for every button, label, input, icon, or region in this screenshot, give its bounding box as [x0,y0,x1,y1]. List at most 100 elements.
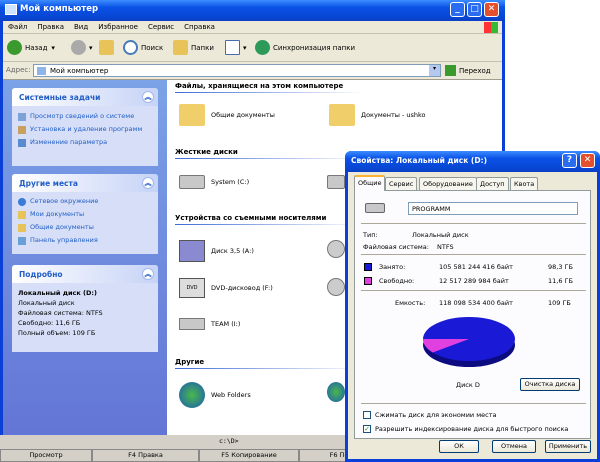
go-button[interactable]: Переход [445,65,491,76]
free-gb: 11,6 ГБ [548,277,573,285]
views-button[interactable]: ▾ [225,39,247,56]
task-view-system-info[interactable]: Просмотр сведений о системе [12,110,158,123]
user-documents-item[interactable]: Документы - ushko [329,104,426,126]
floppy-item[interactable]: Диск 3,5 (A:) [179,240,254,262]
search-button[interactable]: Поиск [123,39,163,56]
fkey-edit[interactable]: F4 Правка [92,449,199,462]
index-checkbox[interactable]: ✓ [363,425,371,433]
folder-icon [18,224,26,232]
free-swatch [364,277,372,285]
place-my-documents[interactable]: Мои документы [12,208,158,221]
up-button[interactable] [99,39,117,56]
group-removable-header: Устройства со съемными носителями [175,214,327,222]
folders-icon [173,40,188,55]
address-label: Адрес: [6,66,31,74]
collapse-chevron-icon[interactable]: ︽ [142,177,154,189]
address-dropdown-button[interactable]: ▾ [429,65,440,76]
drive-icon [365,203,385,213]
disk-cleanup-button[interactable]: Очистка диска [520,378,580,391]
dialog-body: Общие Сервис Оборудование Доступ Квота P… [348,172,597,459]
disk-usage-pie [423,317,515,367]
place-control-panel[interactable]: Панель управления [12,234,158,247]
ok-button[interactable]: ОК [439,440,479,453]
help-button[interactable]: ? [562,153,577,168]
details-free: Свободно: 11,6 ГБ [18,319,81,327]
settings-icon [18,139,26,147]
properties-dialog: Свойства: Локальный диск (D:) ? ✕ Общие … [345,151,600,462]
forward-arrow-icon [71,40,86,55]
fkey-copy[interactable]: F5 Копирование [199,449,299,462]
menu-file[interactable]: Файл [3,21,32,33]
other-places-panel: Другие места ︽ Сетевое окружение Мои доку… [12,174,158,254]
forward-button[interactable]: ▾ [71,39,93,56]
tab-sharing[interactable]: Доступ [476,177,509,191]
tab-general[interactable]: Общие [354,175,386,191]
fs-value: NTFS [437,243,454,251]
details-type: Локальный диск [18,299,75,307]
other-places-header[interactable]: Другие места ︽ [12,174,158,192]
menu-view[interactable]: Вид [69,21,93,33]
tab-quota[interactable]: Квота [510,177,539,191]
views-icon [225,40,240,55]
shared-documents-item[interactable]: Общие документы [179,104,275,126]
minimize-button[interactable]: _ [450,2,465,17]
command-line[interactable]: c:\D> [195,436,345,447]
address-input[interactable]: Мой компьютер ▾ [33,64,441,77]
fkey-view[interactable]: Просмотр [0,449,92,462]
compress-checkbox[interactable] [363,411,371,419]
hard-drive-icon [327,175,345,189]
tab-hardware[interactable]: Оборудование [419,177,477,191]
system-drive-item[interactable]: System (C:) [179,175,249,189]
system-tasks-header[interactable]: Системные задачи ︽ [12,88,158,106]
collapse-chevron-icon[interactable]: ︽ [142,91,154,103]
system-info-icon [18,113,26,121]
menu-help[interactable]: Справка [179,21,220,33]
cd-drive-partial-2[interactable] [327,278,345,296]
menu-edit[interactable]: Правка [32,21,69,33]
web-folders-item[interactable]: Web Folders [179,382,251,408]
place-network[interactable]: Сетевое окружение [12,195,158,208]
dialog-title-bar[interactable]: Свойства: Локальный диск (D:) ? ✕ [345,151,600,172]
details-fs: Файловая система: NTFS [18,309,103,317]
control-panel-icon [18,237,26,245]
web-folders-icon [179,382,205,408]
compress-label: Сжимать диск для экономии места [375,411,497,419]
place-shared-documents[interactable]: Общие документы [12,221,158,234]
menu-bar: Файл Правка Вид Избранное Сервис Справка [3,21,502,34]
task-add-remove-programs[interactable]: Установка и удаление программ [12,123,158,136]
used-swatch [364,263,372,271]
folders-button[interactable]: Папки [173,39,214,56]
menu-tools[interactable]: Сервис [143,21,179,33]
capacity-gb: 109 ГБ [548,299,571,307]
task-change-setting[interactable]: Изменение параметра [12,136,158,149]
folder-up-icon [99,40,114,55]
type-key: Тип: [363,231,378,239]
volume-label-input[interactable]: PROGRAMM [408,202,578,215]
system-tasks-panel: Системные задачи ︽ Просмотр сведений о си… [12,88,158,166]
drive-d-item-partial[interactable] [327,175,345,189]
group-hdd-header: Жесткие диски [175,148,238,156]
tab-service[interactable]: Сервис [385,177,418,191]
collapse-chevron-icon[interactable]: ︽ [142,268,154,280]
apply-button[interactable]: Применить [545,440,591,453]
close-button[interactable]: ✕ [484,2,499,17]
sync-icon [255,40,270,55]
used-gb: 98,3 ГБ [548,263,573,271]
folder-icon [179,104,205,126]
programs-icon [18,126,26,134]
sync-button[interactable]: Синхронизация папки [255,39,355,56]
main-title-bar[interactable]: Мой компьютер _ □ ✕ [0,0,505,21]
team-drive-item[interactable]: TEAM (I:) [179,318,240,330]
group-files-header: Файлы, хранящиеся на этом компьютере [175,82,344,90]
cancel-button[interactable]: Отмена [492,440,536,453]
maximize-button[interactable]: □ [467,2,482,17]
menu-favorites[interactable]: Избранное [93,21,143,33]
group-other-header: Другие [175,358,205,366]
details-header[interactable]: Подробно ︽ [12,265,158,283]
toolbar: Назад ▾ ▾ Поиск Папки ▾ Синхронизация пап… [3,34,502,62]
cd-drive-partial-1[interactable] [327,240,345,258]
dvd-item[interactable]: DVD DVD-дисковод (F:) [179,278,273,298]
dialog-close-button[interactable]: ✕ [580,153,595,168]
other-item-partial[interactable] [327,382,345,402]
back-button[interactable]: Назад ▾ [7,39,55,56]
